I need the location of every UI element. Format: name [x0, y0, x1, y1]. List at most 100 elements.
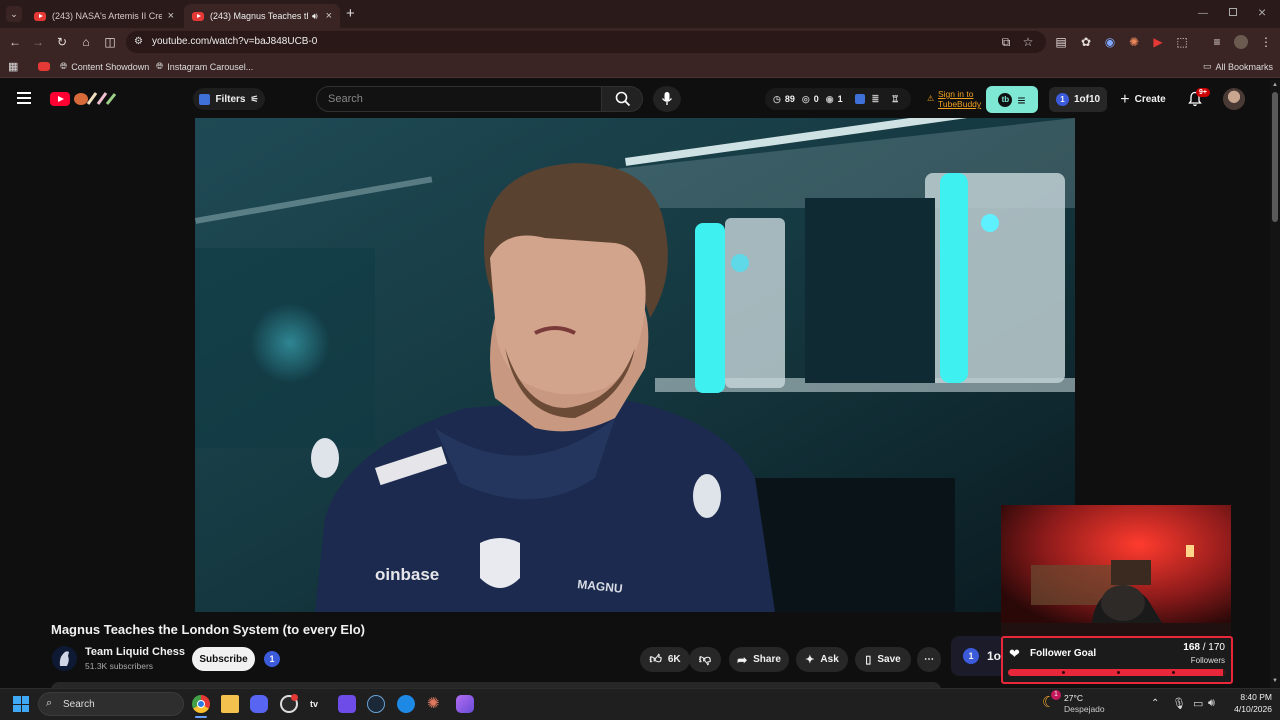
- channel-name[interactable]: Team Liquid Chess: [85, 646, 185, 658]
- extension-3-icon[interactable]: ◉: [1102, 34, 1118, 50]
- tubebuddy-sign-in-link[interactable]: ⚠ Sign in to TubeBuddy: [927, 89, 981, 109]
- extension-youtube-icon[interactable]: ▶: [1150, 34, 1166, 50]
- voice-search-button[interactable]: [653, 86, 681, 112]
- tab-search-button[interactable]: ⌄: [6, 6, 22, 22]
- save-button[interactable]: ▯ Save: [855, 647, 911, 672]
- youtube-logo[interactable]: [50, 92, 70, 106]
- notification-badge: 9+: [1196, 88, 1210, 97]
- extension-1-icon[interactable]: ▤: [1053, 34, 1069, 50]
- goal-total-value: / 170: [1202, 642, 1225, 653]
- scroll-down-arrow-icon[interactable]: ▼: [1272, 678, 1278, 684]
- notifications-button[interactable]: 9+: [1187, 88, 1210, 109]
- 1of10-extension-button[interactable]: 1 1of10: [1049, 87, 1107, 112]
- extension-4-icon[interactable]: ✺: [1126, 34, 1142, 50]
- chrome-app-icon[interactable]: [192, 695, 210, 713]
- tubebuddy-small-icon: [854, 94, 865, 104]
- split-view-icon[interactable]: ◫: [102, 34, 118, 50]
- steam-icon[interactable]: [367, 695, 385, 713]
- taskbar-time: 8:40 PM: [1240, 692, 1272, 702]
- globe-icon: 🌐︎: [156, 61, 164, 71]
- subscribe-button[interactable]: Subscribe: [192, 647, 255, 671]
- scroll-up-arrow-icon[interactable]: ▲: [1272, 82, 1278, 88]
- browser-menu-icon[interactable]: ⋮: [1258, 34, 1274, 50]
- dislike-button[interactable]: 👎︎: [689, 647, 721, 672]
- filters-button[interactable]: Filters ⚟: [193, 88, 265, 110]
- new-tab-button[interactable]: +: [346, 6, 355, 21]
- tubebuddy-menu-button[interactable]: tb ≡: [986, 86, 1038, 113]
- extensions-puzzle-icon[interactable]: ⬚: [1174, 34, 1190, 50]
- taskbar-search-box[interactable]: ⌕ Search: [38, 692, 184, 716]
- url-text: youtube.com/watch?v=baJ848UCB-0: [152, 36, 318, 47]
- all-bookmarks-button[interactable]: ▭ All Bookmarks: [1203, 61, 1273, 72]
- close-tab-icon[interactable]: ×: [168, 10, 174, 22]
- search-input[interactable]: Search: [316, 86, 602, 112]
- browser-tab-magnus[interactable]: (243) Magnus Teaches the L 🔊︎ ×: [184, 4, 340, 28]
- youtube-doodle-logo[interactable]: [72, 90, 118, 108]
- close-window-button[interactable]: ×: [1258, 4, 1266, 20]
- ask-button[interactable]: ✦ Ask: [796, 647, 848, 672]
- volume-tray-icon[interactable]: 🔊︎: [1208, 697, 1215, 710]
- views-icon: ◉: [825, 93, 834, 104]
- restore-window-button[interactable]: [1229, 8, 1237, 16]
- browser-tab-artemis[interactable]: (243) NASA's Artemis II Crew C ×: [26, 4, 182, 28]
- extension-stats-bar[interactable]: ◷ 89 ◎ 0 ◉ 1 ≣ ♖: [765, 88, 911, 110]
- youtube-bookmark-icon[interactable]: [38, 62, 50, 71]
- copilot-app-icon[interactable]: [456, 695, 474, 713]
- browser-tab-bar: ⌄ (243) NASA's Artemis II Crew C × (243)…: [0, 0, 1280, 28]
- more-actions-button[interactable]: ⋯: [917, 647, 941, 672]
- site-info-icon[interactable]: ⚙: [134, 36, 143, 47]
- back-arrow-icon[interactable]: ←: [7, 34, 23, 50]
- page-scrollbar[interactable]: ▲ ▼: [1270, 80, 1280, 688]
- create-label: Create: [1134, 94, 1166, 105]
- bluetooth-app-icon[interactable]: [397, 695, 415, 713]
- scrollbar-thumb[interactable]: [1272, 92, 1278, 222]
- claude-app-icon[interactable]: ✺: [427, 694, 440, 712]
- app-grid-icon[interactable]: [338, 695, 356, 713]
- save-label: Save: [877, 654, 901, 665]
- discord-icon[interactable]: [250, 695, 268, 713]
- bookmark-content-showdown[interactable]: 🌐︎ Content Showdown: [60, 61, 149, 72]
- clock-tray[interactable]: 8:40 PM 4/10/2026: [1232, 692, 1272, 714]
- follower-goal-label: Follower Goal: [1030, 648, 1097, 659]
- microphone-tray-icon[interactable]: 🎙︎: [1172, 697, 1186, 710]
- show-hidden-icons-chevron-icon[interactable]: ⌃: [1151, 698, 1159, 709]
- extension-2-icon[interactable]: ✿: [1078, 34, 1094, 50]
- file-explorer-icon[interactable]: [221, 695, 239, 713]
- bookmark-instagram-carousel[interactable]: 🌐︎ Instagram Carousel...: [156, 61, 253, 72]
- share-button[interactable]: ➦ Share: [729, 647, 789, 672]
- goal-marker: [1117, 671, 1120, 674]
- home-icon[interactable]: ⌂: [78, 34, 94, 50]
- search-button[interactable]: [601, 86, 643, 112]
- share-label: Share: [753, 654, 781, 665]
- create-button[interactable]: + Create: [1115, 87, 1171, 112]
- bookmark-star-icon[interactable]: ☆: [1020, 34, 1036, 50]
- reload-icon[interactable]: ↻: [54, 34, 70, 50]
- profile-avatar[interactable]: [1234, 35, 1248, 49]
- close-tab-icon[interactable]: ×: [326, 10, 332, 22]
- channel-avatar[interactable]: [52, 646, 77, 671]
- sliders-icon: ⚟: [250, 93, 259, 104]
- like-button[interactable]: 👍︎ 6K: [640, 647, 690, 672]
- apps-grid-icon[interactable]: ▦: [8, 60, 18, 73]
- minimize-window-button[interactable]: —: [1198, 8, 1208, 19]
- folder-icon: ▭: [1203, 61, 1212, 71]
- forward-arrow-icon[interactable]: →: [30, 34, 46, 50]
- trophy-icon: ♖: [891, 93, 900, 104]
- reading-list-icon[interactable]: ≡: [1209, 34, 1225, 50]
- network-tray-icon[interactable]: ▭: [1193, 697, 1203, 710]
- windows-start-icon[interactable]: [13, 696, 29, 712]
- video-player[interactable]: oinbase MAGNU: [195, 118, 1075, 612]
- install-app-icon[interactable]: ⧉: [998, 34, 1014, 50]
- audio-playing-icon[interactable]: 🔊︎: [312, 11, 318, 22]
- search-icon: ⌕: [46, 697, 53, 709]
- tubebuddy-filter-icon: [199, 93, 211, 105]
- warning-icon: ⚠: [927, 94, 935, 103]
- recording-app-icon[interactable]: [280, 694, 298, 713]
- bookmark-icon: ▯: [865, 654, 872, 666]
- apple-tv-icon[interactable]: tv: [310, 699, 318, 709]
- 1of10-channel-badge-icon[interactable]: 1: [264, 651, 280, 667]
- hamburger-menu-icon[interactable]: [17, 92, 31, 104]
- weather-widget[interactable]: ☾ 1 27°C Despejado: [1042, 690, 1112, 717]
- account-avatar[interactable]: [1223, 88, 1245, 110]
- video-title: Magnus Teaches the London System (to eve…: [51, 622, 365, 637]
